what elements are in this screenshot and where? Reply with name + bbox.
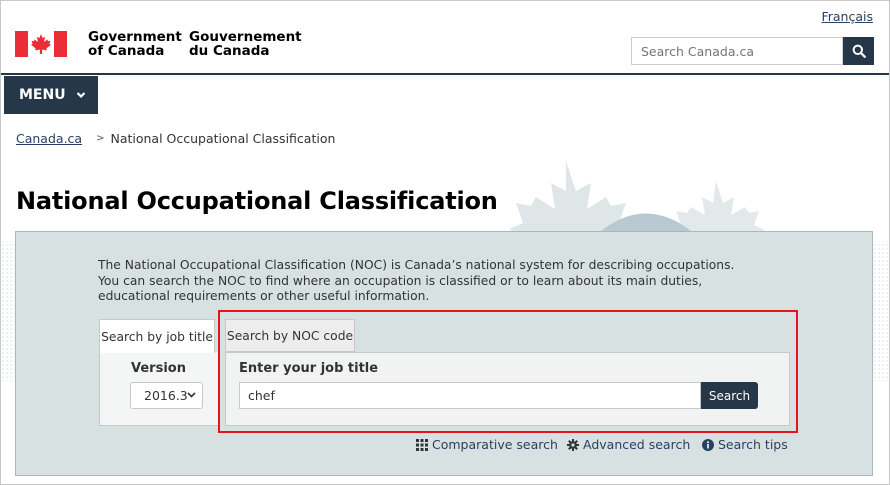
canada-flag-icon[interactable]: [15, 31, 67, 57]
version-value: 2016.3: [144, 388, 188, 403]
intro-text: The National Occupational Classification…: [98, 258, 735, 303]
menu-button[interactable]: MENU: [4, 76, 98, 114]
info-icon: [702, 438, 714, 451]
signature-english: Government of Canada: [88, 29, 182, 59]
breadcrumb: Canada.ca > National Occupational Classi…: [16, 131, 335, 146]
site-header: Français Government of Canada Gouverneme…: [1, 1, 889, 75]
breadcrumb-home-link[interactable]: Canada.ca: [16, 131, 82, 146]
search-tips-link[interactable]: Search tips: [702, 437, 788, 452]
job-search-button[interactable]: Search: [701, 382, 758, 409]
search-tips-label: Search tips: [718, 437, 788, 452]
breadcrumb-separator: >: [96, 133, 105, 144]
search-icon: [852, 44, 866, 58]
version-label: Version: [131, 361, 186, 376]
header-divider: [1, 73, 889, 75]
language-toggle-link[interactable]: Français: [821, 9, 873, 24]
chevron-down-icon: [187, 392, 196, 398]
job-title-input[interactable]: [239, 382, 701, 409]
gear-icon: [567, 438, 579, 451]
tab-search-by-noc-code[interactable]: Search by NOC code: [225, 319, 355, 352]
menu-label: MENU: [19, 87, 66, 103]
signature-french: Gouvernement du Canada: [189, 29, 302, 59]
job-title-label: Enter your job title: [239, 361, 379, 376]
advanced-search-label: Advanced search: [583, 437, 691, 452]
advanced-search-link[interactable]: Advanced search: [567, 437, 690, 452]
chevron-down-icon: [76, 92, 85, 99]
site-search-input[interactable]: [631, 37, 843, 65]
site-search-button[interactable]: [843, 37, 874, 65]
page-title: National Occupational Classification: [16, 187, 498, 215]
tab-search-by-job-title[interactable]: Search by job title: [99, 319, 215, 353]
version-select[interactable]: 2016.3: [130, 382, 203, 409]
comparative-search-link[interactable]: Comparative search: [416, 437, 558, 452]
breadcrumb-current: National Occupational Classification: [110, 131, 336, 146]
grid-icon: [416, 438, 428, 451]
comparative-search-label: Comparative search: [432, 437, 558, 452]
